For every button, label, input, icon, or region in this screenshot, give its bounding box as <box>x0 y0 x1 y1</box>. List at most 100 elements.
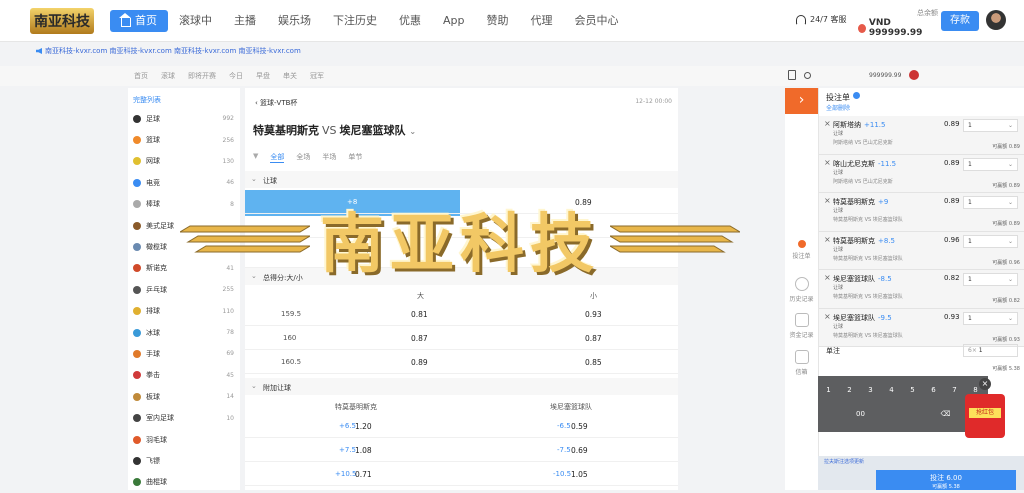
sidebar-item-sport[interactable]: 冰球 78 <box>128 322 240 343</box>
alt-away-odd[interactable]: 0.69 <box>571 446 588 455</box>
tab-history[interactable]: 历史记录 <box>785 277 818 303</box>
bet-stake-input[interactable]: 1 ⌄ <box>963 234 1018 248</box>
alt-home-odd[interactable]: 1.08 <box>355 446 372 455</box>
nav-casino[interactable]: 娱乐场 <box>267 10 322 32</box>
customer-service[interactable]: 24/7 客服 <box>796 14 847 25</box>
remove-bet-icon[interactable]: × <box>824 158 831 167</box>
nav-home[interactable]: 首页 <box>110 10 168 32</box>
site-logo[interactable]: 南亚科技 <box>30 8 94 34</box>
keypad-key[interactable]: 2 <box>839 386 860 394</box>
alt-home-odd[interactable]: 1.20 <box>355 422 372 431</box>
sidebar-item-sport[interactable]: 羽毛球 <box>128 429 240 450</box>
alt-home-odd[interactable]: 0.71 <box>355 470 372 479</box>
bet-stake-input[interactable]: 1 ⌄ <box>963 273 1018 286</box>
sidebar-item-sport[interactable]: 排球 110 <box>128 301 240 322</box>
sidebar-item-sport[interactable]: 美式足球 <box>128 215 240 236</box>
language-flag-icon[interactable] <box>909 70 920 80</box>
sidebar-item-sport[interactable]: 手球 69 <box>128 343 240 364</box>
tab-mail[interactable]: 信箱 <box>785 350 818 376</box>
subnav-live[interactable]: 滚球 <box>161 71 175 81</box>
nav-agent[interactable]: 代理 <box>520 10 564 32</box>
bet-stake-input[interactable]: 1 ⌄ <box>963 196 1018 209</box>
remove-bet-icon[interactable]: × <box>824 312 831 321</box>
nav-promotions[interactable]: 优惠 <box>388 10 432 32</box>
delete-all-link[interactable]: 全部删除 <box>826 103 850 112</box>
avatar[interactable] <box>986 10 1006 30</box>
remove-bet-icon[interactable]: × <box>824 235 831 244</box>
alt-away-odd[interactable]: 1.05 <box>571 470 588 479</box>
bet-stake-input[interactable]: 1 ⌄ <box>963 119 1018 132</box>
sidebar-item-sport[interactable]: 拳击 45 <box>128 365 240 386</box>
keypad-key[interactable]: 1 <box>818 386 839 394</box>
sidebar-item-sport[interactable]: 篮球 256 <box>128 129 240 150</box>
remove-bet-icon[interactable]: × <box>824 273 831 282</box>
deposit-button[interactable]: 存款 <box>941 11 979 31</box>
handicap-row[interactable]: +8.5 <box>245 214 678 238</box>
bet-stake-input[interactable]: 1 ⌄ <box>963 157 1018 171</box>
under-odd[interactable]: 0.87 <box>585 334 602 343</box>
over-odd[interactable]: 0.81 <box>411 310 428 319</box>
nav-streamer[interactable]: 主播 <box>223 10 267 32</box>
nav-member-center[interactable]: 会员中心 <box>564 10 630 32</box>
sidebar-item-sport[interactable]: 网球 130 <box>128 151 240 172</box>
bet-stake-input[interactable]: 1 ⌄ <box>963 311 1018 325</box>
subnav-parlay[interactable]: 串关 <box>283 71 297 81</box>
single-stake-input[interactable]: 6× 1 <box>963 344 1018 357</box>
subnav-early[interactable]: 早盘 <box>256 71 270 81</box>
alt-away-odd[interactable]: 0.59 <box>571 422 588 431</box>
remove-bet-icon[interactable]: × <box>824 119 831 128</box>
handicap-odd[interactable]: 0.89 <box>575 198 592 207</box>
under-odd[interactable]: 0.85 <box>585 358 602 367</box>
keypad-double-zero[interactable]: 00 <box>818 410 903 418</box>
sidebar-item-sport[interactable]: 飞镖 <box>128 450 240 471</box>
keypad-key[interactable]: 5 <box>902 386 923 394</box>
tab-funds[interactable]: 资金记录 <box>785 313 818 339</box>
subnav-home[interactable]: 首页 <box>134 71 148 81</box>
sidebar-item-sport[interactable]: 室内足球 10 <box>128 407 240 428</box>
under-odd[interactable]: 0.93 <box>585 310 602 319</box>
tab-full-time[interactable]: 全场 <box>296 152 310 163</box>
handicap-row[interactable]: +9 0.85 <box>245 238 678 268</box>
sidebar-item-sport[interactable]: 斯诺克 41 <box>128 258 240 279</box>
sidebar-item-sport[interactable]: 乒乓球 255 <box>128 279 240 300</box>
sidebar-item-sport[interactable]: 板球 14 <box>128 386 240 407</box>
handicap-row[interactable]: +8 0.89 <box>245 190 678 214</box>
sidebar-header[interactable]: 完整列表 <box>128 88 240 108</box>
match-title[interactable]: 特莫基明斯克 VS 埃尼塞篮球队 ⌄ <box>253 122 416 138</box>
tab-half-time[interactable]: 半场 <box>322 152 336 163</box>
collapse-slip-button[interactable]: › <box>785 88 818 114</box>
close-icon[interactable]: × <box>979 378 991 390</box>
breadcrumb[interactable]: ‹ 篮球-VTB杯 <box>255 98 297 108</box>
section-handicap[interactable]: ⌄ 让球 <box>245 171 678 188</box>
keypad-key[interactable]: 6 <box>923 386 944 394</box>
keypad-key[interactable]: 3 <box>860 386 881 394</box>
tab-bet-slip[interactable]: 投注单 <box>785 240 818 260</box>
section-alt-handicap[interactable]: ⌄ 附加让球 <box>245 378 678 395</box>
sidebar-item-sport[interactable]: 橄榄球 <box>128 236 240 257</box>
keypad-key[interactable]: 4 <box>881 386 902 394</box>
nav-app[interactable]: App <box>432 10 476 32</box>
section-total[interactable]: ⌄ 总得分:大/小 <box>245 268 678 285</box>
sidebar-item-sport[interactable]: 电竞 46 <box>128 172 240 193</box>
over-odd[interactable]: 0.89 <box>411 358 428 367</box>
tab-quarter[interactable]: 单节 <box>348 152 362 163</box>
subnav-outright[interactable]: 冠军 <box>310 71 324 81</box>
search-icon[interactable] <box>804 71 811 79</box>
subnav-upcoming[interactable]: 即将开赛 <box>188 71 216 81</box>
tab-all[interactable]: 全部 <box>270 152 285 163</box>
info-icon[interactable] <box>852 92 860 99</box>
nav-bet-history[interactable]: 下注历史 <box>322 10 388 32</box>
sidebar-item-sport[interactable]: 足球 992 <box>128 108 240 129</box>
remove-bet-icon[interactable]: × <box>824 196 831 205</box>
place-bet-button[interactable]: 投注 6.00 可赢额 5.38 <box>876 470 1016 490</box>
over-odd[interactable]: 0.87 <box>411 334 428 343</box>
sidebar-item-sport[interactable]: 棒球 8 <box>128 194 240 215</box>
clipboard-icon[interactable] <box>788 70 796 80</box>
filter-icon[interactable]: ▼ <box>253 152 258 163</box>
red-packet-widget[interactable]: × 抢红包 <box>955 378 1015 440</box>
nav-sponsor[interactable]: 赞助 <box>476 10 520 32</box>
handicap-odd[interactable]: 0.85 <box>357 246 374 255</box>
subnav-today[interactable]: 今日 <box>229 71 243 81</box>
nav-live[interactable]: 滚球中 <box>168 10 223 32</box>
odds-update-note[interactable]: 拉夫斯注选项更新 <box>824 458 864 465</box>
